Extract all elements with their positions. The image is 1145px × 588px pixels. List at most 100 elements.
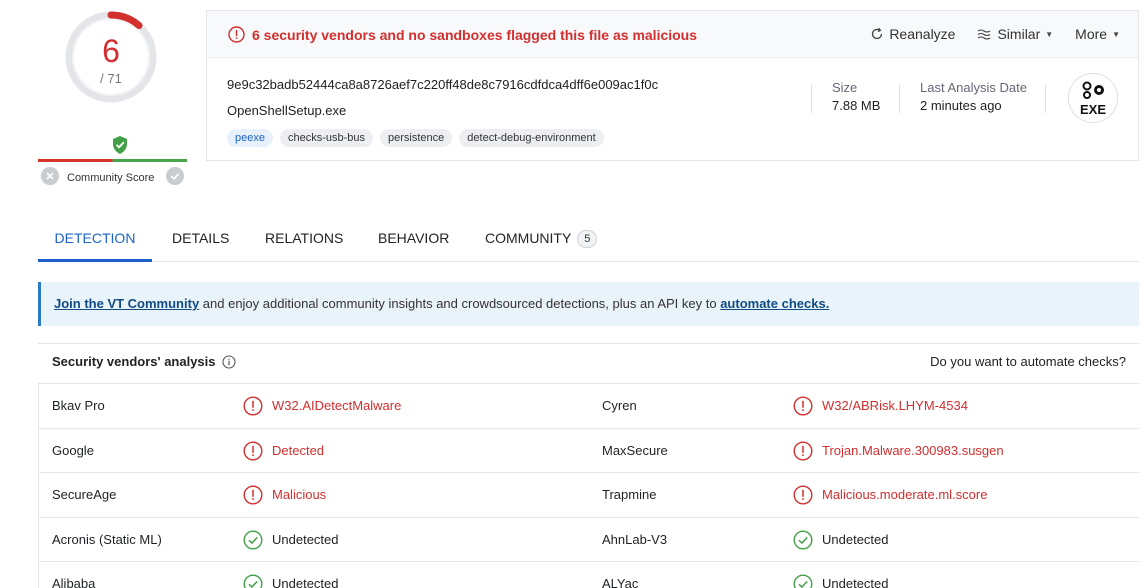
tag-checks-usb-bus[interactable]: checks-usb-bus bbox=[279, 129, 374, 147]
alert-text: 6 security vendors and no sandboxes flag… bbox=[252, 26, 698, 43]
vote-harmless-icon[interactable] bbox=[166, 167, 184, 185]
table-row: Acronis (Static ML) Undetected AhnLab-V3 Un… bbox=[39, 518, 1139, 562]
check-circle-icon bbox=[243, 574, 263, 588]
card-header: 6 security vendors and no sandboxes flag… bbox=[207, 11, 1138, 58]
community-count-badge: 5 bbox=[577, 230, 598, 248]
tab-detection[interactable]: DETECTION bbox=[38, 215, 152, 262]
alert-circle-icon bbox=[243, 396, 263, 416]
banner-text: and enjoy additional community insights … bbox=[199, 296, 721, 311]
community-banner: Join the VT Community and enjoy addition… bbox=[38, 282, 1139, 326]
tab-details[interactable]: DETAILS bbox=[172, 215, 229, 261]
alert-circle-icon bbox=[793, 396, 813, 416]
alert-circle-icon bbox=[793, 485, 813, 505]
file-type-label: EXE bbox=[1079, 102, 1106, 117]
tab-community-label: COMMUNITY bbox=[485, 230, 572, 246]
detection-result: Malicious bbox=[243, 473, 326, 517]
reanalyze-button[interactable]: Reanalyze bbox=[870, 26, 955, 42]
alert-circle-icon bbox=[243, 485, 263, 505]
community-score-label: Community Score bbox=[67, 172, 155, 184]
tab-behavior-label: BEHAVIOR bbox=[378, 230, 450, 246]
more-dropdown[interactable]: More ▼ bbox=[1075, 26, 1120, 42]
date-label: Last Analysis Date bbox=[920, 80, 1027, 95]
detection-result: Detected bbox=[243, 429, 324, 473]
file-hash[interactable]: 9e9c32badb52444ca8a8726aef7c220ff48de8c7… bbox=[227, 77, 658, 92]
vendors-table: Bkav Pro W32.AIDetectMalware Cyren W32/ABRi… bbox=[38, 383, 1139, 588]
detection-result: Undetected bbox=[243, 518, 339, 562]
malicious-alert: 6 security vendors and no sandboxes flag… bbox=[228, 26, 697, 43]
tag-detect-debug-environment[interactable]: detect-debug-environment bbox=[459, 129, 604, 147]
section-title-text: Security vendors' analysis bbox=[52, 354, 216, 369]
tab-community[interactable]: COMMUNITY 5 bbox=[485, 215, 598, 261]
tag-persistence[interactable]: persistence bbox=[380, 129, 453, 147]
divider bbox=[899, 85, 900, 113]
result-text: Undetected bbox=[822, 531, 889, 547]
caret-down-icon: ▼ bbox=[1045, 29, 1054, 39]
result-text[interactable]: Trojan.Malware.300983.susgen bbox=[822, 429, 1004, 473]
size-value: 7.88 MB bbox=[832, 98, 881, 113]
vendor-name: SecureAge bbox=[52, 487, 117, 502]
table-row: Google Detected MaxSecure Trojan.Malware.30… bbox=[39, 429, 1139, 473]
join-community-link[interactable]: Join the VT Community bbox=[54, 296, 199, 311]
result-text: Undetected bbox=[272, 531, 339, 547]
detection-result: Undetected bbox=[243, 562, 339, 588]
vendors-analysis-header: Security vendors' analysis Do you want t… bbox=[38, 343, 1139, 378]
result-text[interactable]: Malicious.moderate.ml.score bbox=[822, 473, 987, 517]
tag-peexe[interactable]: peexe bbox=[227, 129, 273, 147]
report-tabs: DETECTION DETAILS RELATIONS BEHAVIOR COM… bbox=[38, 215, 1139, 262]
table-row: Bkav Pro W32.AIDetectMalware Cyren W32/ABRi… bbox=[39, 384, 1139, 429]
vote-harmful-icon[interactable] bbox=[41, 167, 59, 185]
section-title: Security vendors' analysis bbox=[52, 354, 236, 369]
shield-check-icon bbox=[113, 136, 127, 154]
caret-down-icon: ▼ bbox=[1112, 29, 1120, 39]
vendor-name: ALYac bbox=[602, 576, 639, 588]
vendor-name: Bkav Pro bbox=[52, 398, 105, 413]
table-row: SecureAge Malicious Trapmine Malicious.mode… bbox=[39, 473, 1139, 518]
automate-checks-link[interactable]: automate checks. bbox=[720, 296, 829, 311]
file-name[interactable]: OpenShellSetup.exe bbox=[227, 103, 346, 118]
divider bbox=[1045, 85, 1046, 113]
result-text[interactable]: Malicious bbox=[272, 473, 326, 517]
similar-dropdown[interactable]: Similar ▼ bbox=[977, 26, 1053, 42]
result-text[interactable]: W32/ABRisk.LHYM-4534 bbox=[822, 384, 968, 428]
tab-detection-label: DETECTION bbox=[54, 230, 136, 246]
detection-count: 6 bbox=[102, 33, 120, 69]
result-text[interactable]: Detected bbox=[272, 429, 324, 473]
file-actions: Reanalyze Similar ▼ More ▼ bbox=[870, 26, 1120, 42]
last-analysis-date: Last Analysis Date 2 minutes ago bbox=[920, 80, 1027, 113]
check-circle-icon bbox=[793, 574, 813, 588]
detection-score-gauge: 6 / 71 bbox=[63, 9, 159, 105]
automate-checks-prompt[interactable]: Do you want to automate checks? bbox=[930, 354, 1126, 369]
tab-relations[interactable]: RELATIONS bbox=[265, 215, 343, 261]
vendor-name: Alibaba bbox=[52, 576, 96, 588]
community-score: Community Score bbox=[38, 134, 188, 190]
divider bbox=[811, 85, 812, 113]
detection-result: Trojan.Malware.300983.susgen bbox=[793, 429, 1004, 473]
vendor-name: Cyren bbox=[602, 398, 637, 413]
similar-label: Similar bbox=[997, 26, 1041, 42]
result-text: Undetected bbox=[822, 576, 889, 588]
tab-behavior[interactable]: BEHAVIOR bbox=[378, 215, 449, 261]
community-score-bar bbox=[38, 159, 187, 162]
more-label: More bbox=[1075, 26, 1108, 42]
info-icon[interactable] bbox=[221, 354, 236, 369]
detection-result: Undetected bbox=[793, 562, 889, 588]
vendor-name: MaxSecure bbox=[602, 442, 668, 458]
tab-relations-label: RELATIONS bbox=[265, 230, 344, 246]
vendor-name: Trapmine bbox=[602, 487, 657, 502]
result-text[interactable]: W32.AIDetectMalware bbox=[272, 384, 401, 428]
gears-icon bbox=[1082, 81, 1104, 99]
table-row: Alibaba Undetected ALYac Undetected bbox=[39, 562, 1139, 588]
alert-circle-icon bbox=[243, 440, 263, 461]
file-size: Size 7.88 MB bbox=[832, 80, 880, 113]
size-label: Size bbox=[832, 80, 858, 95]
date-value: 2 minutes ago bbox=[920, 98, 1002, 113]
check-circle-icon bbox=[243, 529, 263, 550]
vendor-name: Google bbox=[52, 442, 94, 458]
tab-details-label: DETAILS bbox=[172, 230, 230, 246]
vendor-name: Acronis (Static ML) bbox=[52, 531, 162, 547]
alert-circle-icon bbox=[793, 440, 813, 461]
refresh-icon bbox=[872, 27, 883, 40]
detection-result: W32.AIDetectMalware bbox=[243, 384, 401, 428]
detection-result: W32/ABRisk.LHYM-4534 bbox=[793, 384, 968, 428]
alert-circle-icon bbox=[228, 26, 245, 43]
